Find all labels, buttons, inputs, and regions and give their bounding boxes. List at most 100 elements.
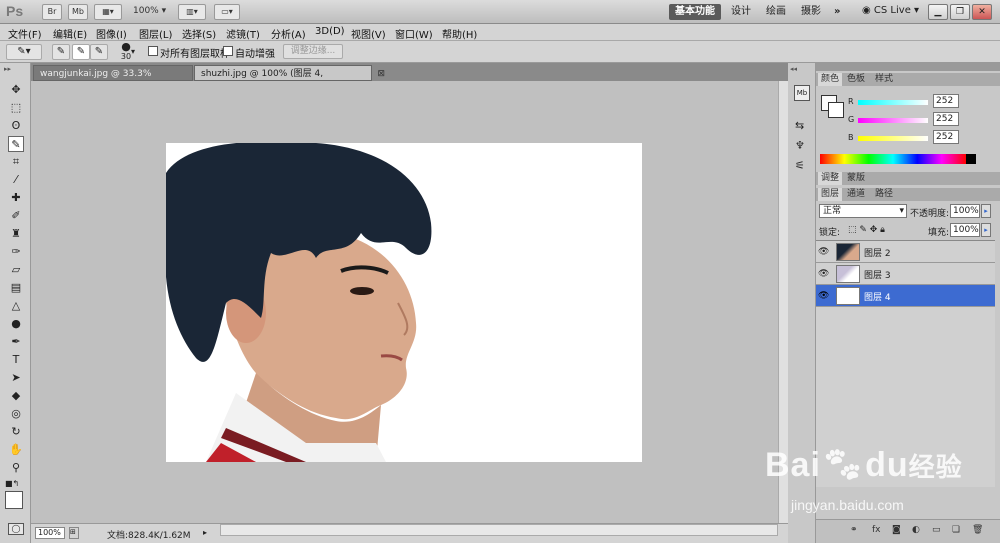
- color-bg-swatch[interactable]: [828, 102, 844, 118]
- menu-filter[interactable]: 滤镜(T): [226, 26, 260, 41]
- add-mask-icon[interactable]: ◙: [892, 525, 901, 535]
- auto-enhance-checkbox[interactable]: [223, 46, 233, 56]
- gradient-tool-icon[interactable]: ▤: [8, 280, 24, 296]
- minimize-button[interactable]: ▁: [928, 4, 948, 20]
- marquee-tool-icon[interactable]: ⬚: [8, 100, 24, 116]
- close-button[interactable]: ✕: [972, 4, 992, 20]
- shape-tool-icon[interactable]: ◆: [8, 388, 24, 404]
- delete-layer-icon[interactable]: 🗑︎: [972, 525, 983, 535]
- panel-collapse-icon[interactable]: ◂◂: [790, 65, 797, 73]
- menu-edit[interactable]: 编辑(E): [53, 26, 87, 41]
- layer-style-icon[interactable]: fx: [872, 525, 881, 535]
- workspace-essentials[interactable]: 基本功能: [669, 4, 721, 20]
- 3d-rotate-tool-icon[interactable]: ◎: [8, 406, 24, 422]
- workspace-painting[interactable]: 绘画: [760, 4, 792, 20]
- screen-mode-button[interactable]: ▭▾: [214, 4, 240, 20]
- tab-channels[interactable]: 通道: [844, 188, 868, 201]
- new-selection-icon[interactable]: ✎: [52, 44, 70, 60]
- tab-wangjunkai[interactable]: wangjunkai.jpg @ 33.3%(RGB/8): [33, 65, 193, 95]
- adjustments-panel-icon[interactable]: ⇆: [795, 119, 804, 132]
- status-info-icon[interactable]: ⊞: [69, 527, 79, 539]
- document-canvas[interactable]: [166, 143, 642, 462]
- brush-picker[interactable]: ● 30: [113, 41, 139, 62]
- tab-layers[interactable]: 图层: [818, 188, 843, 201]
- status-menu-arrow-icon[interactable]: ▸: [203, 528, 207, 537]
- tab-swatches[interactable]: 色板: [844, 73, 868, 86]
- tab-color[interactable]: 颜色: [818, 73, 843, 86]
- color-black-swatch[interactable]: [966, 154, 976, 164]
- menu-help[interactable]: 帮助(H): [442, 26, 477, 41]
- adjustment-layer-icon[interactable]: ◐: [912, 525, 920, 535]
- tab-masks[interactable]: 蒙版: [844, 172, 868, 185]
- restore-button[interactable]: ❐: [950, 4, 970, 20]
- status-zoom-field[interactable]: 100%: [35, 527, 65, 539]
- zoom-tool-icon[interactable]: ⚲: [8, 460, 24, 476]
- quick-selection-tool-icon[interactable]: ✎: [8, 136, 24, 152]
- tab-adjustments[interactable]: 调整: [818, 172, 843, 185]
- tab-shuzhi[interactable]: shuzhi.jpg @ 100% (图层 4, RGB/8#) *⊠: [194, 65, 385, 95]
- visibility-eye-icon[interactable]: 👁︎: [818, 269, 830, 279]
- foreground-color-swatch[interactable]: [5, 491, 23, 509]
- r-value-field[interactable]: 252: [933, 94, 959, 108]
- menu-image[interactable]: 图像(I): [96, 26, 127, 41]
- menu-layer[interactable]: 图层(L): [139, 26, 172, 41]
- new-layer-icon[interactable]: ❏: [952, 525, 960, 535]
- tool-preset-picker[interactable]: ✎▾: [6, 44, 42, 60]
- eyedropper-tool-icon[interactable]: ⁄: [8, 172, 24, 188]
- g-slider[interactable]: [858, 118, 928, 123]
- move-tool-icon[interactable]: ✥: [8, 82, 24, 98]
- visibility-eye-icon[interactable]: 👁︎: [818, 247, 830, 257]
- hand-tool-icon[interactable]: ✋: [8, 442, 24, 458]
- menu-analysis[interactable]: 分析(A): [271, 26, 306, 41]
- g-value-field[interactable]: 252: [933, 112, 959, 126]
- pen-tool-icon[interactable]: ✒: [8, 334, 24, 350]
- r-slider[interactable]: [858, 100, 928, 105]
- fill-arrow-icon[interactable]: ▸: [981, 223, 991, 237]
- history-brush-tool-icon[interactable]: ✑: [8, 244, 24, 260]
- default-colors-icon[interactable]: ■↰: [5, 479, 19, 488]
- extras-button[interactable]: ▦▾: [94, 4, 122, 20]
- workspace-design[interactable]: 设计: [725, 4, 757, 20]
- cs-live-button[interactable]: ◉ CS Live ▾: [862, 5, 919, 16]
- healing-brush-tool-icon[interactable]: ✚: [8, 190, 24, 206]
- lasso-tool-icon[interactable]: ʘ: [8, 118, 24, 134]
- dodge-tool-icon[interactable]: ●: [8, 316, 24, 332]
- menu-window[interactable]: 窗口(W): [395, 26, 433, 41]
- toolbox-collapse-icon[interactable]: ▸▸: [4, 65, 11, 73]
- fill-field[interactable]: 100%: [950, 223, 980, 237]
- brush-tool-icon[interactable]: ✐: [8, 208, 24, 224]
- history-panel-icon[interactable]: ⚟: [795, 159, 805, 172]
- clone-stamp-tool-icon[interactable]: ♜: [8, 226, 24, 242]
- tab-styles[interactable]: 样式: [872, 73, 896, 86]
- color-spectrum-ramp[interactable]: [820, 154, 966, 164]
- eraser-tool-icon[interactable]: ▱: [8, 262, 24, 278]
- menu-file[interactable]: 文件(F): [8, 26, 42, 41]
- subtract-selection-icon[interactable]: ✎: [90, 44, 108, 60]
- mini-bridge-panel-icon[interactable]: Mb: [794, 85, 810, 101]
- add-to-selection-icon[interactable]: ✎: [72, 44, 90, 60]
- opacity-arrow-icon[interactable]: ▸: [981, 204, 991, 218]
- menu-3d[interactable]: 3D(D): [315, 26, 345, 37]
- link-layers-icon[interactable]: ⚭: [850, 525, 858, 535]
- workspace-photography[interactable]: 摄影: [795, 4, 827, 20]
- blur-tool-icon[interactable]: △: [8, 298, 24, 314]
- new-group-icon[interactable]: ▭: [932, 525, 941, 535]
- b-slider[interactable]: [858, 136, 928, 141]
- 3d-orbit-tool-icon[interactable]: ↻: [8, 424, 24, 440]
- quick-mask-icon[interactable]: ◯: [8, 523, 24, 535]
- clone-source-panel-icon[interactable]: ♆: [795, 139, 805, 152]
- b-value-field[interactable]: 252: [933, 130, 959, 144]
- type-tool-icon[interactable]: T: [8, 352, 24, 368]
- tab-close-icon[interactable]: ⊠: [377, 66, 385, 82]
- layer-row-selected[interactable]: 👁︎ 图层 4: [816, 285, 995, 307]
- visibility-eye-icon[interactable]: 👁︎: [818, 291, 830, 301]
- menu-select[interactable]: 选择(S): [182, 26, 216, 41]
- blend-mode-select[interactable]: 正常 ▾: [819, 204, 907, 218]
- bridge-button[interactable]: Br: [42, 4, 62, 20]
- more-workspaces-button[interactable]: »: [828, 4, 846, 20]
- horizontal-scrollbar[interactable]: [220, 524, 778, 536]
- refine-edge-button[interactable]: 调整边缘...: [283, 44, 343, 59]
- layer-row[interactable]: 👁︎ 图层 2: [816, 241, 995, 263]
- path-selection-tool-icon[interactable]: ➤: [8, 370, 24, 386]
- crop-tool-icon[interactable]: ⌗: [8, 154, 24, 170]
